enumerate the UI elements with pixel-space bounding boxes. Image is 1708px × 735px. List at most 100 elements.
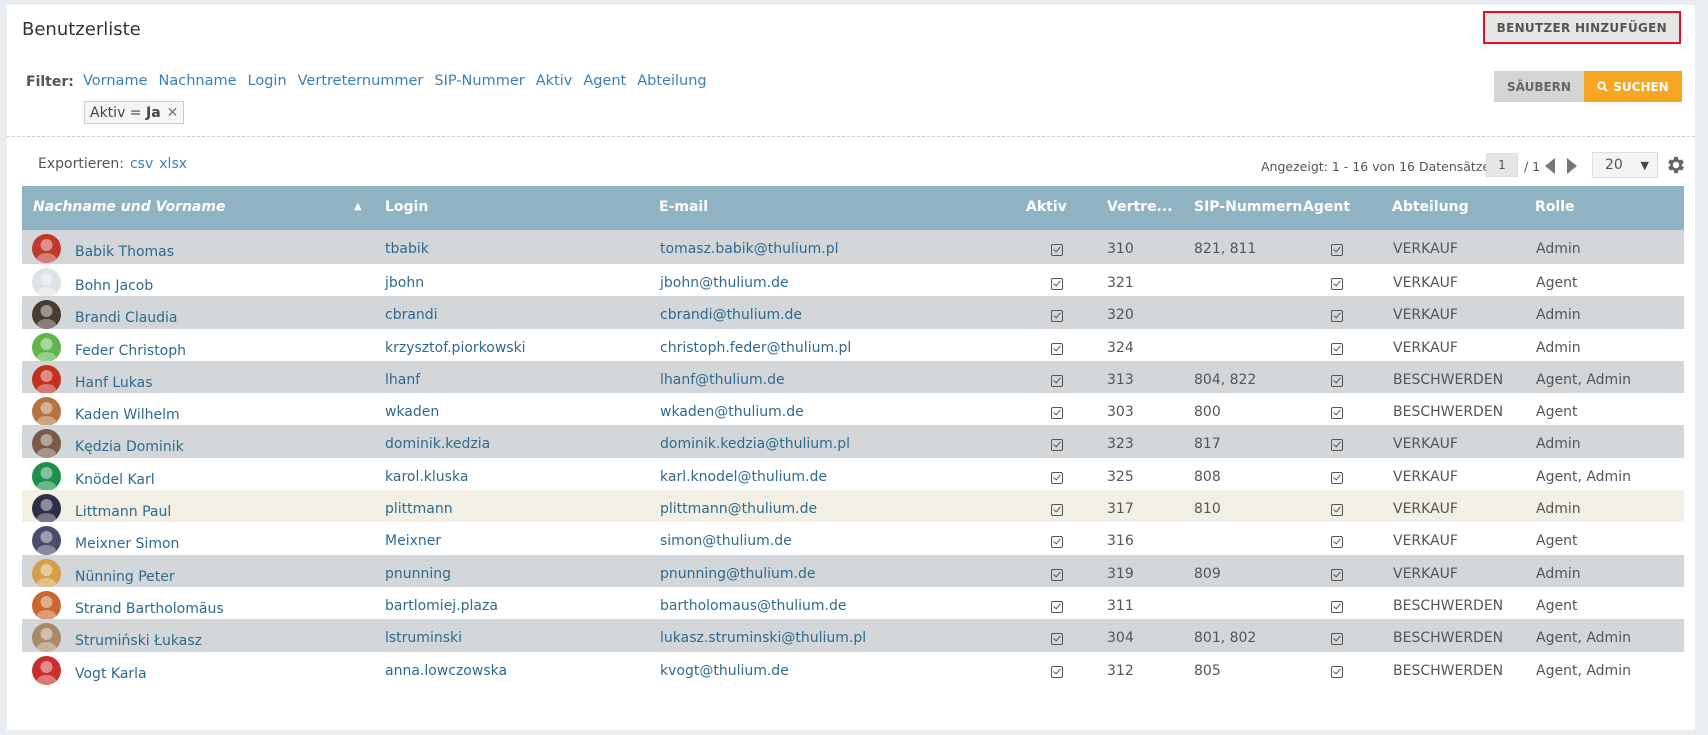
agent-check-icon xyxy=(1331,600,1343,613)
col-vertreter[interactable]: Vertre... xyxy=(1107,199,1173,215)
user-name-link[interactable]: Littmann Paul xyxy=(75,504,171,520)
export-csv-link[interactable]: csv xyxy=(130,156,153,172)
filter-link-abteilung[interactable]: Abteilung xyxy=(637,73,706,89)
filter-link-nachname[interactable]: Nachname xyxy=(159,73,237,89)
user-email: kvogt@thulium.de xyxy=(660,662,789,679)
search-icon xyxy=(1597,81,1609,92)
user-name-link[interactable]: Babik Thomas xyxy=(75,244,174,260)
per-page-select[interactable]: 20 ▼ xyxy=(1592,152,1658,178)
avatar xyxy=(32,558,61,588)
agent-check-icon xyxy=(1331,536,1343,549)
table-row[interactable]: Strumiński Łukasz lstruminski lukasz.strum… xyxy=(22,619,1684,653)
user-name-link[interactable]: Feder Christoph xyxy=(75,343,186,359)
filter-link-sip-nummer[interactable]: SIP-Nummer xyxy=(434,73,524,89)
user-name-link[interactable]: Hanf Lukas xyxy=(75,375,153,391)
role: Agent xyxy=(1536,533,1578,550)
col-name[interactable]: Nachname und Vorname xyxy=(33,199,225,215)
user-email: karl.knodel@thulium.de xyxy=(660,468,827,485)
avatar xyxy=(32,590,61,620)
user-name-link[interactable]: Nünning Peter xyxy=(75,569,175,585)
vertreter-number: 324 xyxy=(1107,339,1134,356)
clear-button[interactable]: SÄUBERN xyxy=(1494,71,1584,102)
table-row[interactable]: Babik Thomas tbabik tomasz.babik@thulium.p… xyxy=(22,230,1684,264)
user-name-link[interactable]: Bohn Jacob xyxy=(75,278,153,294)
table-row[interactable]: Brandi Claudia cbrandi cbrandi@thulium.de 3… xyxy=(22,296,1684,330)
remove-filter-icon[interactable]: ✕ xyxy=(167,105,179,121)
export-xlsx-link[interactable]: xlsx xyxy=(159,156,187,172)
col-sip[interactable]: SIP-Nummern xyxy=(1194,199,1302,215)
table-row[interactable]: Kędzia Dominik dominik.kedzia dominik.kedz… xyxy=(22,425,1684,459)
table-row[interactable]: Knödel Karl karol.kluska karl.knodel@thuli… xyxy=(22,457,1684,491)
user-name-link[interactable]: Vogt Karla xyxy=(75,666,147,682)
user-avatar-icon xyxy=(36,595,57,620)
table-row[interactable]: Feder Christoph krzysztof.piorkowski chris… xyxy=(22,328,1684,362)
aktiv-check-icon xyxy=(1051,536,1063,549)
department: VERKAUF xyxy=(1393,565,1458,582)
sip-numbers: 809 xyxy=(1194,565,1221,582)
filter-link-agent[interactable]: Agent xyxy=(583,73,626,89)
table-row[interactable]: Kaden Wilhelm wkaden wkaden@thulium.de 303 8… xyxy=(22,393,1684,427)
gear-icon[interactable] xyxy=(1665,154,1687,176)
sip-numbers: 804, 822 xyxy=(1194,371,1257,388)
avatar xyxy=(32,526,61,556)
avatar xyxy=(32,300,61,330)
prev-page-icon[interactable] xyxy=(1545,158,1555,174)
table-row[interactable]: Meixner Simon Meixner simon@thulium.de 316 V… xyxy=(22,522,1684,556)
user-avatar-icon xyxy=(36,273,57,297)
role: Agent, Admin xyxy=(1536,468,1631,485)
user-avatar-icon xyxy=(36,239,57,263)
filter-link-vorname[interactable]: Vorname xyxy=(83,73,148,89)
active-filter-chip: Aktiv = Ja ✕ xyxy=(84,101,185,124)
sort-asc-icon[interactable]: ▲ xyxy=(354,201,362,212)
filter-link-login[interactable]: Login xyxy=(248,73,287,89)
user-avatar-icon xyxy=(36,660,57,685)
table-row[interactable]: Nünning Peter pnunning pnunning@thulium.de… xyxy=(22,554,1684,588)
next-page-icon[interactable] xyxy=(1567,158,1577,174)
avatar xyxy=(32,623,61,653)
table-header: Nachname und Vorname ▲ Login E-mail Akti… xyxy=(22,186,1684,230)
users-table: Nachname und Vorname ▲ Login E-mail Akti… xyxy=(22,186,1684,685)
export-bar: Exportieren: csv xlsx xyxy=(38,156,187,172)
table-row[interactable]: Littmann Paul plittmann plittmann@thulium.… xyxy=(22,490,1684,524)
col-rolle[interactable]: Rolle xyxy=(1535,199,1575,215)
col-abteilung[interactable]: Abteilung xyxy=(1392,199,1469,215)
user-login: cbrandi xyxy=(385,307,438,324)
role: Admin xyxy=(1536,565,1581,582)
vertreter-number: 303 xyxy=(1107,404,1134,421)
col-email[interactable]: E-mail xyxy=(659,199,708,215)
aktiv-check-icon xyxy=(1051,600,1063,613)
role: Agent xyxy=(1536,404,1578,421)
user-name-link[interactable]: Strand Bartholomäus xyxy=(75,601,224,617)
search-button[interactable]: SUCHEN xyxy=(1584,71,1682,102)
user-name-link[interactable]: Brandi Claudia xyxy=(75,310,178,326)
user-avatar-icon xyxy=(36,402,57,427)
table-row[interactable]: Strand Bartholomäus bartlomiej.plaza barth… xyxy=(22,586,1684,620)
agent-check-icon xyxy=(1331,244,1343,256)
user-name-link[interactable]: Meixner Simon xyxy=(75,536,179,552)
filter-link-vertreternummer[interactable]: Vertreternummer xyxy=(298,73,424,89)
user-name-link[interactable]: Kędzia Dominik xyxy=(75,439,184,455)
user-name-link[interactable]: Knödel Karl xyxy=(75,472,155,488)
user-login: lhanf xyxy=(385,371,421,388)
agent-check-icon xyxy=(1331,568,1343,581)
user-avatar-icon xyxy=(36,337,57,362)
table-row[interactable]: Bohn Jacob jbohn jbohn@thulium.de 321 VERKAU… xyxy=(22,264,1684,297)
add-user-button[interactable]: BENUTZER HINZUFÜGEN xyxy=(1482,11,1681,44)
table-row[interactable]: Hanf Lukas lhanf lhanf@thulium.de 313 804, 8… xyxy=(22,360,1684,394)
user-avatar-icon xyxy=(36,369,57,394)
user-name-link[interactable]: Strumiński Łukasz xyxy=(75,633,202,649)
col-aktiv[interactable]: Aktiv xyxy=(1026,199,1067,215)
col-agent[interactable]: Agent xyxy=(1303,199,1350,215)
aktiv-check-icon xyxy=(1051,374,1063,387)
page-number-input[interactable]: 1 xyxy=(1486,153,1518,177)
role: Admin xyxy=(1536,241,1581,257)
user-login: tbabik xyxy=(385,241,429,257)
table-row[interactable]: Vogt Karla anna.lowczowska kvogt@thulium.d… xyxy=(22,651,1684,685)
filter-link-aktiv[interactable]: Aktiv xyxy=(536,73,573,89)
department: VERKAUF xyxy=(1393,241,1458,257)
col-login[interactable]: Login xyxy=(385,199,428,215)
aktiv-check-icon xyxy=(1051,342,1063,355)
user-name-link[interactable]: Kaden Wilhelm xyxy=(75,407,180,423)
role: Admin xyxy=(1536,501,1581,518)
records-shown-text: Angezeigt: 1 - 16 von 16 Datensätze xyxy=(1261,159,1491,174)
